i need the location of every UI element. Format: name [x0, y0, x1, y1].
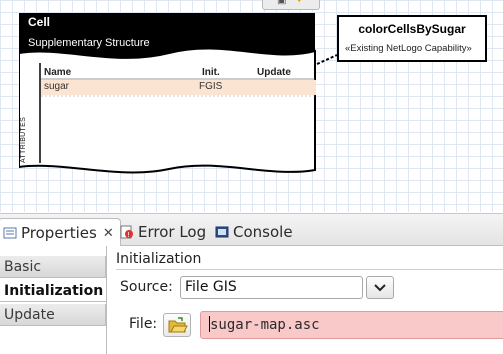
attribute-init: FGIS — [199, 81, 223, 92]
capability-stereotype: «Existing NetLogo Capability» — [345, 43, 472, 54]
source-label: Source: — [120, 279, 173, 295]
section-title: Initialization — [116, 251, 202, 267]
tab-properties-label: Properties — [21, 224, 97, 242]
column-header-init: Init. — [202, 67, 220, 78]
cell-class-box[interactable]: Cell Supplementary Structure Name Init. … — [19, 13, 319, 183]
diagram-canvas[interactable]: ▣ ✦ Cell Supplementary Structure Name In… — [0, 0, 503, 212]
console-icon — [215, 225, 229, 239]
file-label: File: — [129, 316, 158, 332]
column-header-name: Name — [44, 67, 72, 78]
close-icon[interactable]: ✕ — [103, 226, 114, 241]
chevron-down-icon — [374, 284, 386, 292]
source-select[interactable]: File GIS — [180, 276, 363, 299]
attributes-section-label: ATTRIBUTES — [20, 116, 27, 163]
file-path-value: sugar-map.asc — [210, 317, 320, 333]
tab-properties[interactable]: Properties ✕ — [0, 218, 121, 247]
source-dropdown-button[interactable] — [366, 276, 394, 299]
properties-sidebar: Basic Initialization Update — [0, 256, 106, 354]
cell-stereotype: Supplementary Structure — [28, 37, 150, 49]
error-log-icon: ! — [120, 225, 134, 239]
cell-name: Cell — [28, 15, 51, 29]
column-header-update: Update — [257, 67, 291, 78]
sidebar-item-update[interactable]: Update — [0, 304, 106, 326]
svg-text:!: ! — [127, 231, 130, 239]
file-path-input[interactable]: sugar-map.asc — [200, 311, 503, 339]
sidebar-item-initialization[interactable]: Initialization — [0, 280, 106, 302]
sidebar-item-basic[interactable]: Basic — [0, 256, 106, 278]
tab-error-log-label: Error Log — [138, 223, 207, 241]
properties-icon — [3, 226, 17, 240]
attribute-row-sugar[interactable]: sugar FGIS — [41, 80, 316, 95]
capability-box[interactable]: colorCellsBySugar «Existing NetLogo Capa… — [337, 15, 487, 62]
view-tab-bar: Properties ✕ ! Error Log Console — [0, 213, 503, 247]
tab-console-label: Console — [233, 223, 293, 241]
properties-panel: Basic Initialization Update Initializati… — [0, 246, 503, 354]
capability-name: colorCellsBySugar — [358, 22, 466, 36]
tab-error-log[interactable]: ! Error Log — [120, 218, 206, 246]
sidebar-divider — [106, 246, 107, 354]
browse-file-button[interactable] — [163, 313, 191, 337]
tab-console[interactable]: Console — [215, 218, 293, 246]
folder-icon — [168, 317, 188, 333]
section-divider — [116, 269, 503, 270]
attribute-name: sugar — [44, 81, 70, 92]
